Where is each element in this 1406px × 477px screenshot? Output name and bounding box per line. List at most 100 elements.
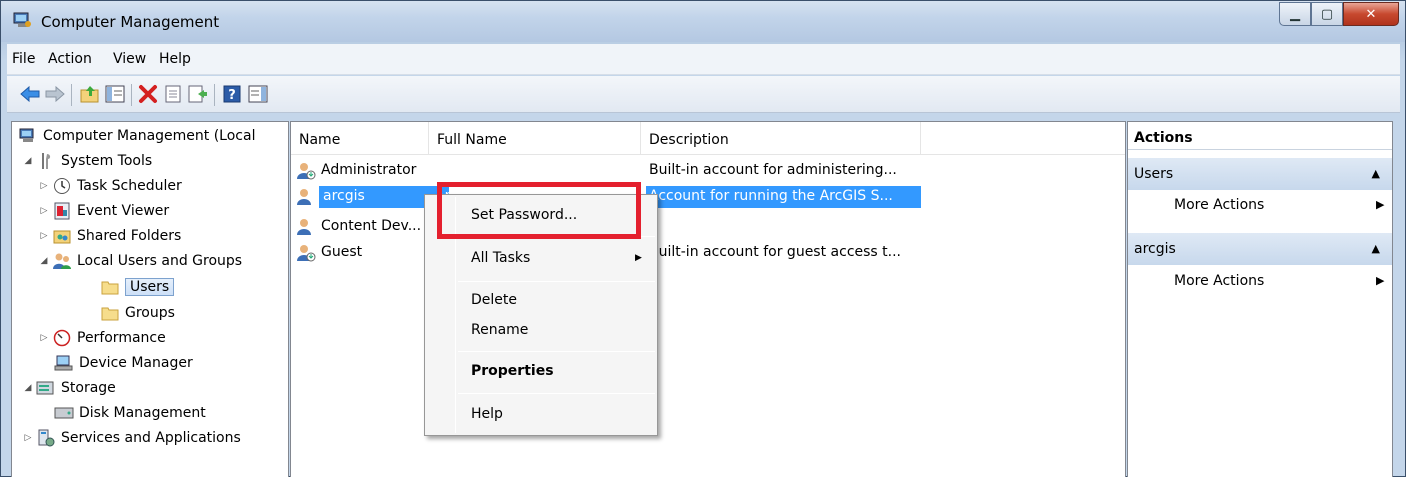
tree-label: Event Viewer	[77, 203, 170, 219]
user-name: Administrator	[321, 162, 417, 178]
tree-item-event-viewer[interactable]: ▷ Event Viewer	[38, 199, 169, 223]
submenu-arrow-icon: ▶	[1376, 274, 1385, 287]
list-row-guest[interactable]: Guest Built-in account for guest access …	[291, 242, 1125, 264]
folder-icon	[100, 278, 120, 296]
actions-header: Actions	[1128, 122, 1392, 150]
export-list-icon	[188, 85, 207, 103]
clock-icon	[52, 177, 72, 195]
collapsed-arrow-icon[interactable]: ▷	[22, 433, 34, 443]
tree-item-users[interactable]: Users	[98, 275, 175, 299]
expanded-arrow-icon[interactable]: ◢	[22, 383, 34, 393]
export-list-button[interactable]	[187, 83, 209, 105]
maximize-button[interactable]: ▢	[1311, 2, 1343, 26]
menu-item-label: All Tasks	[471, 250, 531, 266]
expanded-arrow-icon[interactable]: ◢	[22, 156, 34, 166]
collapsed-arrow-icon[interactable]: ▷	[38, 181, 50, 191]
submenu-arrow-icon: ▶	[635, 253, 642, 263]
tree-item-services-and-applications[interactable]: ▷ Services and Applications	[22, 426, 241, 450]
menu-item-set-password[interactable]: Set Password...	[471, 207, 577, 223]
arcgis-more-actions[interactable]: More Actions ▶	[1174, 273, 1384, 289]
submenu-arrow-icon: ▶	[1376, 198, 1385, 211]
tree-label: Users	[125, 278, 175, 296]
user-description: Built-in account for administering...	[649, 162, 897, 178]
user-description: Account for running the ArcGIS S...	[649, 188, 893, 204]
computer-management-window: Computer Management ▁ ▢ ✕ File Action Vi…	[0, 0, 1406, 477]
tree-item-local-users-and-groups[interactable]: ◢ Local Users and Groups	[38, 249, 242, 273]
menu-item-rename[interactable]: Rename	[471, 322, 528, 338]
title-bar[interactable]: Computer Management ▁ ▢ ✕	[1, 1, 1405, 42]
menu-item-help[interactable]: Help	[471, 406, 503, 422]
toolbar: ?	[7, 76, 1400, 113]
properties-button[interactable]	[162, 83, 184, 105]
column-header-description[interactable]: Description	[641, 122, 921, 154]
show-hide-action-pane-button[interactable]	[247, 83, 269, 105]
show-hide-tree-button[interactable]	[104, 83, 126, 105]
more-actions-label: More Actions	[1174, 197, 1265, 213]
user-icon	[297, 189, 311, 205]
tree-label: System Tools	[61, 153, 153, 169]
tree-label: Computer Management (Local	[43, 128, 256, 144]
window-title: Computer Management	[41, 13, 220, 31]
maximize-icon: ▢	[1320, 6, 1334, 22]
collapsed-arrow-icon[interactable]: ▷	[38, 206, 50, 216]
list-row-arcgis[interactable]: arcgis ArcGIS Server Account Account for…	[291, 186, 1125, 208]
menu-item-all-tasks[interactable]: All Tasks ▶	[471, 250, 642, 266]
forward-button[interactable]	[44, 83, 66, 105]
computer-management-icon	[13, 12, 31, 27]
menu-item-delete[interactable]: Delete	[471, 292, 517, 308]
tree-label: Task Scheduler	[77, 178, 182, 194]
list-row-content-dev[interactable]: Content Dev...	[291, 216, 1125, 238]
user-icon	[297, 245, 316, 262]
close-button[interactable]: ✕	[1343, 2, 1399, 26]
collapse-up-icon[interactable]: ▲	[1372, 167, 1380, 180]
list-row-administrator[interactable]: Administrator Built-in account for admin…	[291, 160, 1125, 182]
performance-icon	[52, 329, 72, 347]
minimize-icon: ▁	[1290, 6, 1300, 22]
column-header-full-name[interactable]: Full Name	[429, 122, 641, 154]
menu-help[interactable]: Help	[159, 51, 191, 67]
tree-item-performance[interactable]: ▷ Performance	[38, 326, 166, 350]
delete-button[interactable]	[137, 83, 159, 105]
collapse-up-icon[interactable]: ▲	[1372, 242, 1380, 255]
minimize-button[interactable]: ▁	[1279, 2, 1311, 26]
menu-file[interactable]: File	[12, 51, 35, 67]
actions-group-arcgis[interactable]: arcgis ▲	[1128, 233, 1392, 265]
tree-item-computer-management[interactable]: Computer Management (Local	[16, 124, 255, 148]
help-button[interactable]: ?	[221, 83, 243, 105]
console-tree[interactable]: Computer Management (Local ◢ System Tool…	[11, 121, 289, 477]
tree-label: Services and Applications	[61, 430, 241, 446]
menu-item-properties[interactable]: Properties	[471, 363, 554, 379]
tree-label: Shared Folders	[77, 228, 182, 244]
delete-icon	[139, 85, 157, 103]
column-header-name[interactable]: Name	[291, 122, 429, 154]
svg-text:?: ?	[228, 88, 236, 103]
user-icon	[297, 219, 311, 235]
collapsed-arrow-icon[interactable]: ▷	[38, 333, 50, 343]
collapsed-arrow-icon[interactable]: ▷	[38, 231, 50, 241]
shared-folder-icon	[52, 227, 72, 245]
actions-group-label: arcgis	[1134, 241, 1176, 257]
menu-view[interactable]: View	[113, 51, 146, 67]
expanded-arrow-icon[interactable]: ◢	[38, 256, 50, 266]
up-folder-icon	[80, 86, 99, 103]
tree-item-device-manager[interactable]: Device Manager	[52, 351, 193, 375]
up-level-button[interactable]	[79, 83, 101, 105]
users-more-actions[interactable]: More Actions ▶	[1174, 197, 1384, 213]
tree-item-groups[interactable]: Groups	[98, 301, 175, 325]
tree-item-system-tools[interactable]: ◢ System Tools	[22, 149, 152, 173]
context-menu: Set Password... All Tasks ▶ Delete Renam…	[424, 194, 658, 436]
tree-item-task-scheduler[interactable]: ▷ Task Scheduler	[38, 174, 182, 198]
menu-action[interactable]: Action	[48, 51, 92, 67]
user-icon	[297, 163, 316, 180]
tree-item-storage[interactable]: ◢ Storage	[22, 376, 116, 400]
actions-group-users[interactable]: Users ▲	[1128, 158, 1392, 190]
back-button[interactable]	[19, 83, 41, 105]
users-list-view[interactable]: Name Full Name Description Administrator…	[290, 121, 1126, 477]
tree-label: Groups	[125, 305, 175, 321]
tree-item-shared-folders[interactable]: ▷ Shared Folders	[38, 224, 182, 248]
computer-management-icon	[18, 127, 38, 145]
disk-icon	[54, 404, 74, 422]
close-icon: ✕	[1365, 6, 1377, 22]
show-hide-action-pane-icon	[248, 85, 268, 103]
tree-item-disk-management[interactable]: Disk Management	[52, 401, 206, 425]
